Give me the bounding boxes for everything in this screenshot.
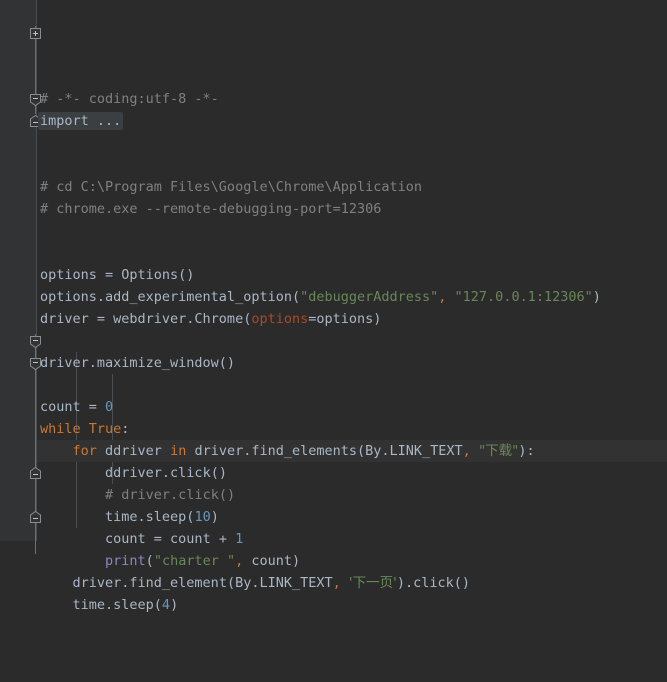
- code-line[interactable]: driver.maximize_window(): [37, 352, 667, 374]
- token-default: time.sleep(: [72, 597, 162, 613]
- editor-gutter[interactable]: [0, 0, 37, 541]
- token-string: "charter ": [153, 553, 236, 569]
- code-line[interactable]: # cd C:\Program Files\Google\Chrome\Appl…: [37, 176, 667, 198]
- token-comma: ,: [332, 575, 341, 591]
- token-builtin: print: [105, 553, 146, 569]
- code-line[interactable]: ddriver.click(): [37, 462, 667, 484]
- token-default: driver = webdriver.Chrome(: [40, 311, 252, 327]
- code-line[interactable]: [37, 330, 667, 352]
- token-default: ): [592, 289, 601, 305]
- token-default: count =: [40, 399, 106, 415]
- token-comma: ,: [235, 553, 244, 569]
- token-default: ): [210, 509, 219, 525]
- token-default: driver.maximize_window(): [40, 355, 236, 371]
- token-default: options = Options(): [40, 267, 195, 283]
- token-comment: # chrome.exe --remote-debugging-port=123…: [40, 201, 382, 217]
- token-string: "下载": [478, 443, 519, 459]
- code-line[interactable]: [37, 154, 667, 176]
- code-line[interactable]: # driver.click(): [37, 484, 667, 506]
- token-string: "127.0.0.1:12306": [454, 289, 593, 305]
- token-string: '下一页': [348, 575, 397, 591]
- token-default: ddriver.click(): [105, 465, 227, 481]
- token-default: ).click(): [396, 575, 470, 591]
- code-editor[interactable]: # -*- coding:utf-8 -*- import ... # cd C:…: [0, 0, 667, 613]
- token-default: ): [170, 597, 179, 613]
- token-string: "debuggerAddress": [300, 289, 439, 305]
- token-keyword: in: [170, 443, 187, 459]
- token-default: ddriver: [96, 443, 171, 459]
- code-line[interactable]: while True:: [37, 418, 667, 440]
- code-line[interactable]: # -*- coding:utf-8 -*-: [37, 88, 667, 110]
- token-comment: # -*- coding:utf-8 -*-: [40, 91, 219, 107]
- code-line[interactable]: time.sleep(4): [37, 594, 667, 616]
- code-line[interactable]: count = 0: [37, 396, 667, 418]
- token-default: [446, 289, 454, 305]
- code-lines[interactable]: # -*- coding:utf-8 -*- import ... # cd C:…: [37, 88, 667, 638]
- code-line[interactable]: options = Options(): [37, 264, 667, 286]
- token-default: driver.find_element(By.LINK_TEXT: [72, 575, 333, 591]
- code-line[interactable]: driver.find_element(By.LINK_TEXT, '下一页')…: [37, 572, 667, 594]
- code-line[interactable]: time.sleep(10): [37, 506, 667, 528]
- token-number: 1: [235, 531, 244, 547]
- token-default: time.sleep(: [105, 509, 195, 525]
- token-keyword: while True: [40, 421, 122, 437]
- code-line[interactable]: [37, 220, 667, 242]
- code-line[interactable]: for ddriver in driver.find_elements(By.L…: [37, 440, 667, 462]
- token-comment: # driver.click(): [105, 487, 236, 503]
- code-line[interactable]: [37, 616, 667, 638]
- token-comment: # cd C:\Program Files\Google\Chrome\Appl…: [40, 179, 423, 195]
- folded-region[interactable]: import ...: [38, 112, 124, 130]
- code-line[interactable]: # chrome.exe --remote-debugging-port=123…: [37, 198, 667, 220]
- token-default: count): [243, 553, 301, 569]
- token-default: ):: [518, 443, 535, 459]
- code-line[interactable]: import ...: [37, 110, 667, 132]
- token-default: [471, 443, 479, 459]
- code-line[interactable]: print("charter ", count): [37, 550, 667, 572]
- code-line[interactable]: options.add_experimental_option("debugge…: [37, 286, 667, 308]
- token-keyword: for: [72, 443, 97, 459]
- token-number: 10: [194, 509, 211, 525]
- token-default: driver.find_elements(By.LINK_TEXT: [186, 443, 463, 459]
- token-number: 0: [105, 399, 114, 415]
- code-line[interactable]: [37, 242, 667, 264]
- code-content[interactable]: # -*- coding:utf-8 -*- import ... # cd C:…: [37, 0, 667, 613]
- token-comma: ,: [462, 443, 471, 459]
- code-line[interactable]: [37, 132, 667, 154]
- code-line[interactable]: [37, 374, 667, 396]
- token-default: [341, 575, 349, 591]
- token-default: =options): [308, 311, 382, 327]
- token-default: :: [121, 421, 130, 437]
- token-default: (: [145, 553, 154, 569]
- token-kwarg: options: [251, 311, 309, 327]
- token-default: options.add_experimental_option(: [40, 289, 301, 305]
- token-default: count = count +: [105, 531, 236, 547]
- code-line[interactable]: driver = webdriver.Chrome(options=option…: [37, 308, 667, 330]
- token-number: 4: [161, 597, 171, 613]
- code-line[interactable]: count = count + 1: [37, 528, 667, 550]
